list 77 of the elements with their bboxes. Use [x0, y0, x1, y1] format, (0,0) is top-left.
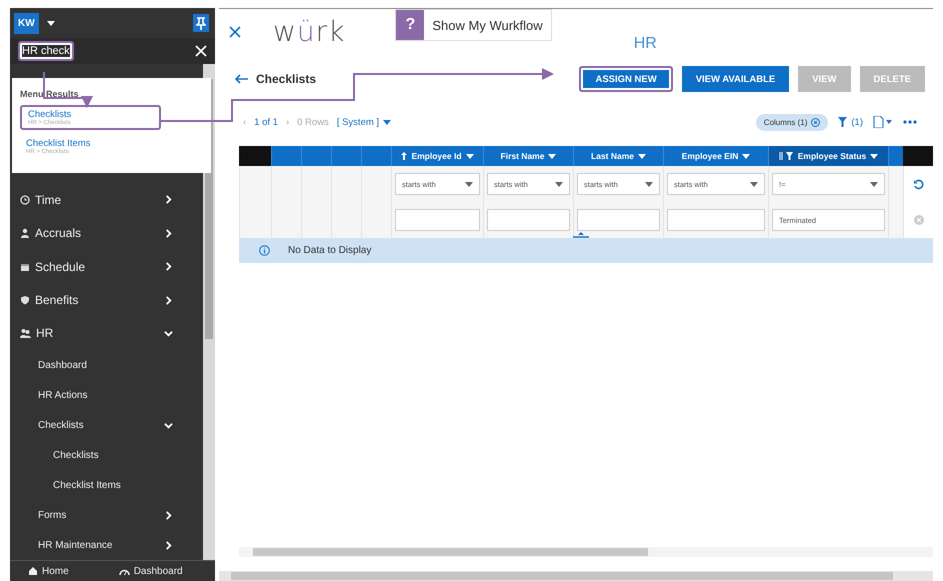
- submenu-item[interactable]: Checklist Items: [10, 470, 203, 500]
- export-icon[interactable]: [873, 116, 893, 128]
- pin-button[interactable]: [193, 14, 209, 32]
- submenu-item[interactable]: Forms: [10, 500, 203, 530]
- more-icon[interactable]: [903, 120, 917, 124]
- chevron-down-icon: [164, 420, 173, 430]
- chevron-right-icon: [164, 228, 173, 238]
- person-icon: [20, 228, 30, 238]
- people-icon: [20, 328, 31, 338]
- calendar-icon: [20, 262, 30, 272]
- caret-icon: [742, 154, 750, 158]
- empty-message: No Data to Display: [288, 245, 372, 256]
- logo: würk: [273, 15, 346, 48]
- filter-input[interactable]: [577, 209, 660, 231]
- columns-chip[interactable]: Columns (1): [756, 114, 828, 130]
- caret-icon: [750, 182, 758, 186]
- action-button[interactable]: VIEW AVAILABLE: [682, 66, 790, 92]
- action-button[interactable]: ASSIGN NEW: [579, 66, 673, 92]
- chevron-right-icon: [164, 262, 173, 272]
- view-selector[interactable]: [ System ]: [336, 116, 392, 128]
- chevron-right-icon: [164, 540, 173, 550]
- sort-ascending-icon: [401, 152, 408, 160]
- submenu-item[interactable]: HR Actions: [10, 380, 203, 410]
- menu-item[interactable]: Benefits: [10, 283, 203, 317]
- chevron-right-icon: [164, 510, 173, 520]
- module-title: HR: [634, 34, 657, 52]
- submenu-item[interactable]: Dashboard: [10, 350, 203, 380]
- home-icon: [28, 566, 38, 576]
- footer-link[interactable]: Home: [28, 566, 69, 576]
- annotation-arrow: [43, 72, 93, 108]
- sort-filter-icon: [778, 152, 794, 160]
- submenu-item[interactable]: HR Maintenance: [10, 530, 203, 560]
- user-initials-badge[interactable]: KW: [14, 12, 39, 34]
- footer-link[interactable]: Dashboard: [118, 566, 183, 576]
- clear-icon[interactable]: [811, 118, 820, 126]
- menu-item[interactable]: Accruals: [10, 216, 203, 250]
- menu-item[interactable]: Schedule: [10, 250, 203, 284]
- caret-icon: [645, 182, 653, 186]
- caret-icon: [383, 120, 392, 124]
- submenu-item[interactable]: Checklists: [10, 440, 203, 470]
- menu-item[interactable]: Time: [10, 182, 203, 216]
- filter-icon: [838, 117, 848, 127]
- caret-icon: [870, 154, 878, 158]
- pin-icon: [196, 16, 206, 30]
- row-count: 0 Rows: [297, 116, 329, 128]
- menu-item[interactable]: HR: [10, 316, 203, 350]
- filter-input[interactable]: [395, 209, 480, 231]
- chevron-right-icon: [164, 296, 173, 305]
- caret-icon: [638, 154, 646, 158]
- header-block: [239, 146, 271, 166]
- shield-icon: [20, 295, 30, 306]
- workflow-button[interactable]: ? Show My Wurkflow: [395, 9, 552, 41]
- page-scrollbar[interactable]: [219, 571, 933, 581]
- filter-input[interactable]: [487, 209, 570, 231]
- header-block: [903, 146, 933, 166]
- collapse-handle-icon[interactable]: [573, 232, 589, 238]
- page-title: Checklists: [256, 72, 316, 86]
- reset-icon[interactable]: [913, 178, 924, 190]
- caret-icon: [548, 154, 556, 158]
- caret-icon: [555, 182, 563, 186]
- search-field[interactable]: HR check: [18, 41, 74, 61]
- horizontal-scrollbar[interactable]: [239, 547, 933, 557]
- results-heading: Menu Results: [20, 89, 79, 99]
- chevron-right-icon: [164, 195, 173, 204]
- back-arrow-icon[interactable]: [235, 74, 248, 84]
- filter-input[interactable]: [667, 209, 765, 231]
- caret-icon: [870, 182, 878, 186]
- submenu-item[interactable]: Checklists: [10, 410, 203, 440]
- column-header[interactable]: Employee Status: [768, 146, 888, 166]
- info-icon: [259, 245, 270, 256]
- caret-icon[interactable]: [46, 20, 55, 26]
- clock-icon: [20, 194, 30, 205]
- filter-button[interactable]: (1): [838, 116, 863, 128]
- chevron-down-icon: [164, 328, 173, 338]
- page-indicator: 1 of 1: [254, 116, 278, 128]
- caret-icon: [465, 182, 473, 186]
- caret-icon: [466, 154, 474, 158]
